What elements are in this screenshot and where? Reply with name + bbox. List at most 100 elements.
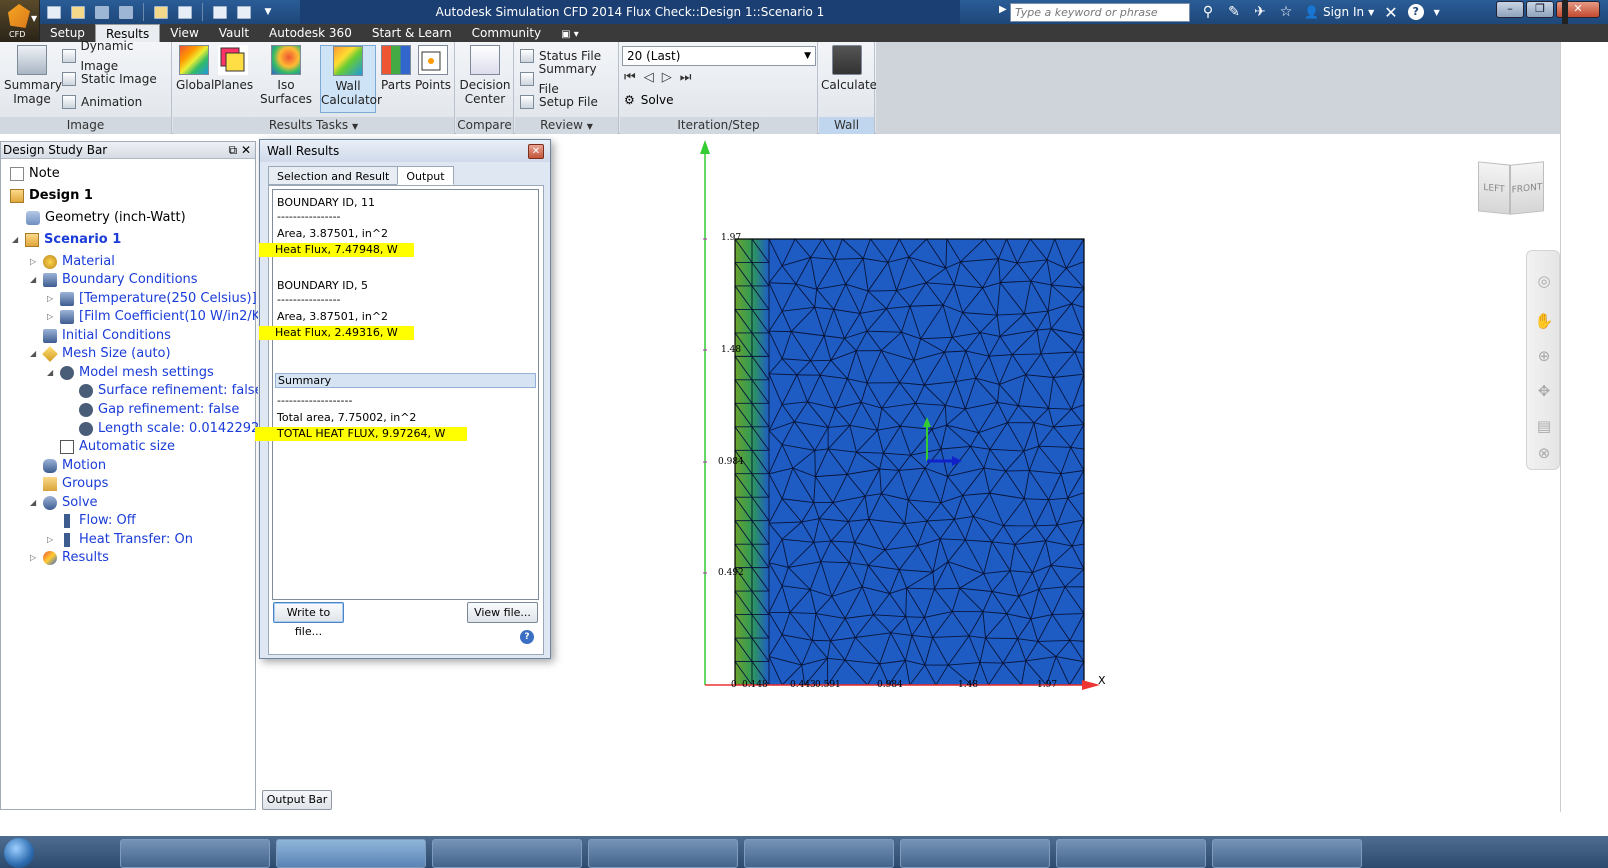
tree-item[interactable]: Flow: Off [47,512,136,530]
tab-autodesk-360[interactable]: Autodesk 360 [259,24,362,42]
taskbar-item[interactable] [432,839,582,868]
view-cube-front[interactable]: FRONT [1510,161,1544,215]
taskbar-item[interactable] [276,839,426,868]
panel-label-results-tasks[interactable]: Results Tasks ▼ [173,117,454,134]
tree-item[interactable]: Groups [30,475,108,493]
help-icon[interactable]: ? [1407,4,1424,20]
solve-button[interactable]: ⚙ Solve [624,93,674,107]
tree-item[interactable]: ◢ Solve [30,494,98,512]
expand-icon[interactable]: ▷ [47,290,55,308]
output-text-area[interactable]: BOUNDARY ID, 11 ---------------- Area, 3… [255,189,539,600]
setup-file-button[interactable]: Setup File [520,92,598,112]
float-icon[interactable]: ⧉ [229,143,238,157]
orbit-icon[interactable]: ✥ [1534,381,1554,401]
collapse-icon[interactable]: ◢ [30,271,38,289]
search-input[interactable]: Type a keyword or phrase [1010,3,1190,22]
first-step-icon[interactable]: ⏮ [624,70,636,85]
edit-icon[interactable] [151,2,171,22]
tree-item[interactable]: ◢ Mesh Size (auto) [30,345,171,363]
view-cube-left[interactable]: LEFT [1478,161,1510,215]
tree-item[interactable]: Note [10,165,60,183]
tree-item[interactable]: Automatic size [47,438,175,456]
save-as-icon[interactable] [116,2,136,22]
tab-start-learn[interactable]: Start & Learn [362,24,462,42]
global-button[interactable]: Global [176,45,214,92]
previous-step-icon[interactable]: ◁ [644,70,654,85]
iteration-select[interactable]: 20 (Last) ▼ [622,46,816,66]
minimize-button[interactable]: – [1496,1,1524,18]
geometry-icon[interactable] [175,2,195,22]
dynamic-image-button[interactable]: Dynamic Image [62,39,171,73]
animation-button[interactable]: Animation [62,92,142,112]
tree-item[interactable]: Design 1 [10,187,93,205]
maximize-button[interactable]: ❐ [1526,1,1554,18]
static-image-button[interactable]: Static Image [62,69,157,89]
tree-item[interactable]: ◢ Boundary Conditions [30,271,198,289]
collapse-icon[interactable]: ◢ [47,364,55,382]
expand-icon[interactable]: ▷ [47,531,55,549]
view-file-button[interactable]: View file... [467,602,538,623]
tab-vault[interactable]: Vault [209,24,259,42]
tab-selection-and-result[interactable]: Selection and Result [268,166,399,185]
layout-icon[interactable] [210,2,230,22]
parts-button[interactable]: Parts [380,45,412,92]
close-icon[interactable]: ✕ [241,143,251,157]
taskbar-item[interactable] [744,839,894,868]
tools-icon[interactable]: ✎ [1226,4,1242,20]
slice-icon[interactable]: ▤ [1534,416,1554,436]
tree-item[interactable]: Geometry (inch-Watt) [26,209,186,227]
sign-in-button[interactable]: 👤 Sign In ▼ [1304,5,1374,19]
new-icon[interactable] [44,2,64,22]
tab-community[interactable]: Community [462,24,551,42]
satellite-icon[interactable]: ✈ [1252,4,1268,20]
tab-extra-icon[interactable]: ▣ ▾ [551,24,589,42]
dialog-close-button[interactable]: ✕ [528,144,544,159]
taskbar-item[interactable] [1212,839,1362,868]
summary-image-button[interactable]: Summary Image [4,45,62,106]
write-to-file-button[interactable]: Write to file... [273,602,344,638]
expand-icon[interactable]: ▷ [30,549,38,567]
exchange-icon[interactable]: ✕ [1384,3,1397,22]
qat-dropdown-icon[interactable]: ▼ [258,2,278,22]
tree-item[interactable]: Motion [30,457,106,475]
search-expand-icon[interactable]: ▶ [999,4,1007,15]
table-icon[interactable] [234,2,254,22]
tree-item[interactable]: Surface refinement: false [66,382,263,400]
start-button[interactable] [4,838,34,868]
expand-icon[interactable]: ▷ [30,253,38,271]
tab-output[interactable]: Output [397,166,454,185]
taskbar-item[interactable] [1056,839,1206,868]
save-icon[interactable] [92,2,112,22]
tree-item[interactable]: ▷ [Temperature(250 Celsius)] [47,290,257,308]
taskbar-item[interactable] [588,839,738,868]
view-cube[interactable]: LEFT FRONT [1478,161,1544,215]
wall-calculator-button[interactable]: Wall Calculator [320,45,382,113]
star-icon[interactable]: ☆ [1278,4,1294,20]
panel-label-review[interactable]: Review ▼ [515,117,618,134]
checkbox-icon[interactable] [60,440,74,454]
binoculars-icon[interactable]: ⚲ [1200,4,1216,20]
calculate-button[interactable]: Calculate [821,45,877,92]
open-icon[interactable] [68,2,88,22]
decision-center-button[interactable]: Decision Center [459,45,511,106]
expand-icon[interactable]: ▷ [47,308,55,326]
play-icon[interactable]: ▷ [662,70,672,85]
points-button[interactable]: Points [415,45,451,92]
summary-file-button[interactable]: Summary File [520,62,618,96]
tree-item[interactable]: ▷ Results [30,549,109,567]
tree-item[interactable]: Gap refinement: false [66,401,239,419]
taskbar-item[interactable] [900,839,1050,868]
last-step-icon[interactable]: ⏭ [680,70,692,85]
planes-button[interactable]: Planes [214,45,253,92]
tree-item[interactable]: Length scale: 0.0142292 [66,420,259,438]
taskbar-item[interactable] [120,839,270,868]
help-dropdown-icon[interactable]: ▼ [1434,8,1440,17]
tree-item[interactable]: ▷ [Film Coefficient(10 W/in2/K... [47,308,273,326]
tree-item[interactable]: ▷ Material [30,253,115,271]
right-scrollbar[interactable] [1560,42,1568,812]
collapse-icon[interactable]: ◢ [30,494,38,512]
tree-item[interactable]: ▷ Heat Transfer: On [47,531,193,549]
output-bar-button[interactable]: Output Bar [262,790,332,810]
steering-wheel-icon[interactable]: ◎ [1534,271,1554,291]
zoom-icon[interactable]: ⊕ [1534,346,1554,366]
